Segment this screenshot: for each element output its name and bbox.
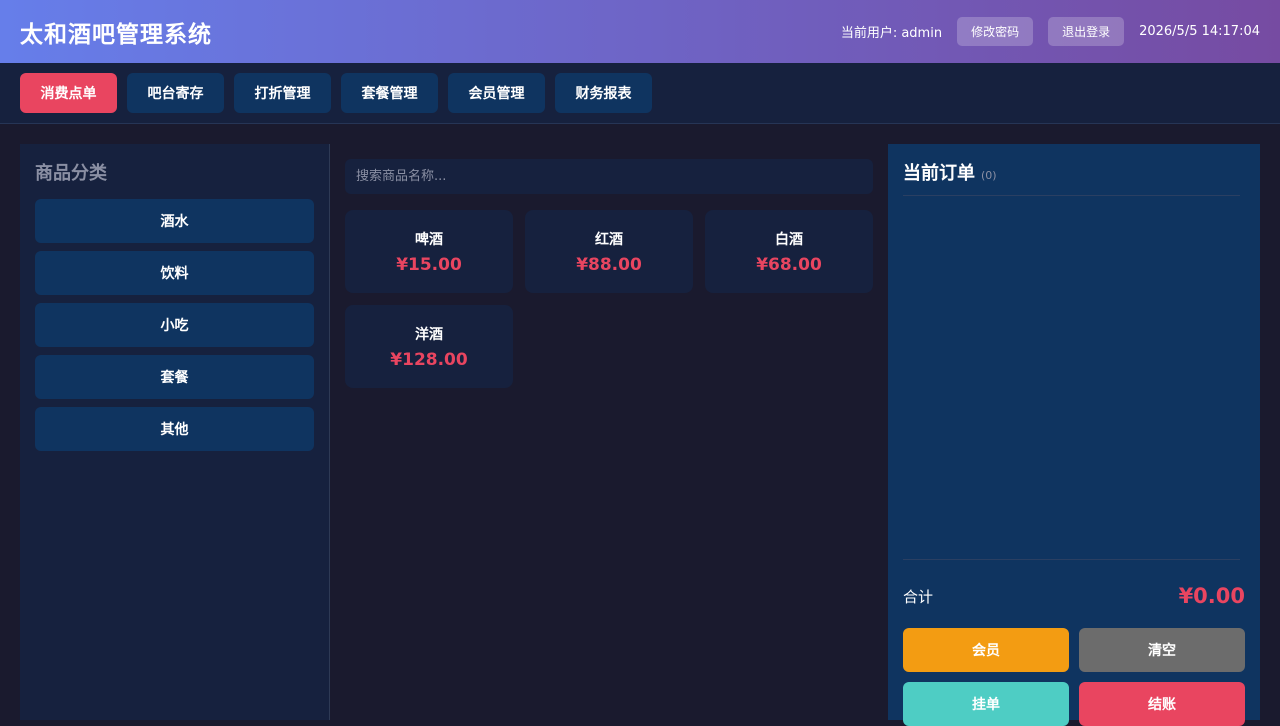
nav-tab-member[interactable]: 会员管理 <box>448 73 545 113</box>
nav-tab-finance[interactable]: 财务报表 <box>555 73 652 113</box>
product-price: ¥68.00 <box>756 254 822 275</box>
category-button[interactable]: 小吃 <box>35 303 314 347</box>
current-user-label: 当前用户: admin <box>840 26 943 41</box>
product-card[interactable]: 红酒 ¥88.00 <box>525 210 693 293</box>
product-name: 洋酒 <box>415 326 443 343</box>
app-title: 太和酒吧管理系统 <box>20 21 212 48</box>
checkout-button[interactable]: 结账 <box>1079 682 1245 726</box>
product-panel: 啤酒 ¥15.00 红酒 ¥88.00 白酒 ¥68.00 洋酒 ¥128.00 <box>330 144 888 720</box>
category-panel-title: 商品分类 <box>35 163 107 184</box>
product-name: 红酒 <box>595 231 623 248</box>
product-card[interactable]: 白酒 ¥68.00 <box>705 210 873 293</box>
product-name: 白酒 <box>775 231 803 248</box>
category-button[interactable]: 酒水 <box>35 199 314 243</box>
product-grid: 啤酒 ¥15.00 红酒 ¥88.00 白酒 ¥68.00 洋酒 ¥128.00 <box>345 210 873 388</box>
nav-tab-package[interactable]: 套餐管理 <box>341 73 438 113</box>
nav-tab-order[interactable]: 消费点单 <box>20 73 117 113</box>
order-count: (0) <box>981 169 997 182</box>
nav-tab-bar-storage[interactable]: 吧台寄存 <box>127 73 224 113</box>
category-button[interactable]: 其他 <box>35 407 314 451</box>
clear-order-button[interactable]: 清空 <box>1079 628 1245 672</box>
order-total-label: 合计 <box>903 587 934 606</box>
change-password-button[interactable]: 修改密码 <box>957 17 1034 46</box>
order-panel: 当前订单 (0) 合计 ¥0.00 会员 清空 挂单 结账 <box>888 144 1260 726</box>
order-item-list <box>903 196 1245 559</box>
product-card[interactable]: 啤酒 ¥15.00 <box>345 210 513 293</box>
product-search-input[interactable] <box>345 159 873 194</box>
logout-button[interactable]: 退出登录 <box>1048 17 1125 46</box>
product-price: ¥128.00 <box>390 349 468 370</box>
order-title-row: 当前订单 (0) <box>903 159 1245 185</box>
member-button[interactable]: 会员 <box>903 628 1069 672</box>
category-panel: 商品分类 酒水 饮料 小吃 套餐 其他 <box>20 144 330 720</box>
order-actions: 会员 清空 挂单 结账 <box>903 628 1245 726</box>
category-button[interactable]: 套餐 <box>35 355 314 399</box>
order-divider-bottom <box>903 559 1240 560</box>
product-price: ¥15.00 <box>396 254 462 275</box>
product-price: ¥88.00 <box>576 254 642 275</box>
main-nav: 消费点单 吧台寄存 打折管理 套餐管理 会员管理 财务报表 <box>0 63 1280 124</box>
product-card[interactable]: 洋酒 ¥128.00 <box>345 305 513 388</box>
nav-tab-discount[interactable]: 打折管理 <box>234 73 331 113</box>
app-header: 太和酒吧管理系统 当前用户: admin 修改密码 退出登录 2026/5/5 … <box>0 0 1280 63</box>
order-title: 当前订单 <box>903 163 975 184</box>
category-button[interactable]: 饮料 <box>35 251 314 295</box>
hold-order-button[interactable]: 挂单 <box>903 682 1069 726</box>
header-user-area: 当前用户: admin 修改密码 退出登录 2026/5/5 14:17:04 <box>841 17 1260 46</box>
current-datetime: 2026/5/5 14:17:04 <box>1139 24 1260 39</box>
product-name: 啤酒 <box>415 231 443 248</box>
order-total-row: 合计 ¥0.00 <box>903 584 1245 608</box>
order-total-value: ¥0.00 <box>1178 584 1245 608</box>
